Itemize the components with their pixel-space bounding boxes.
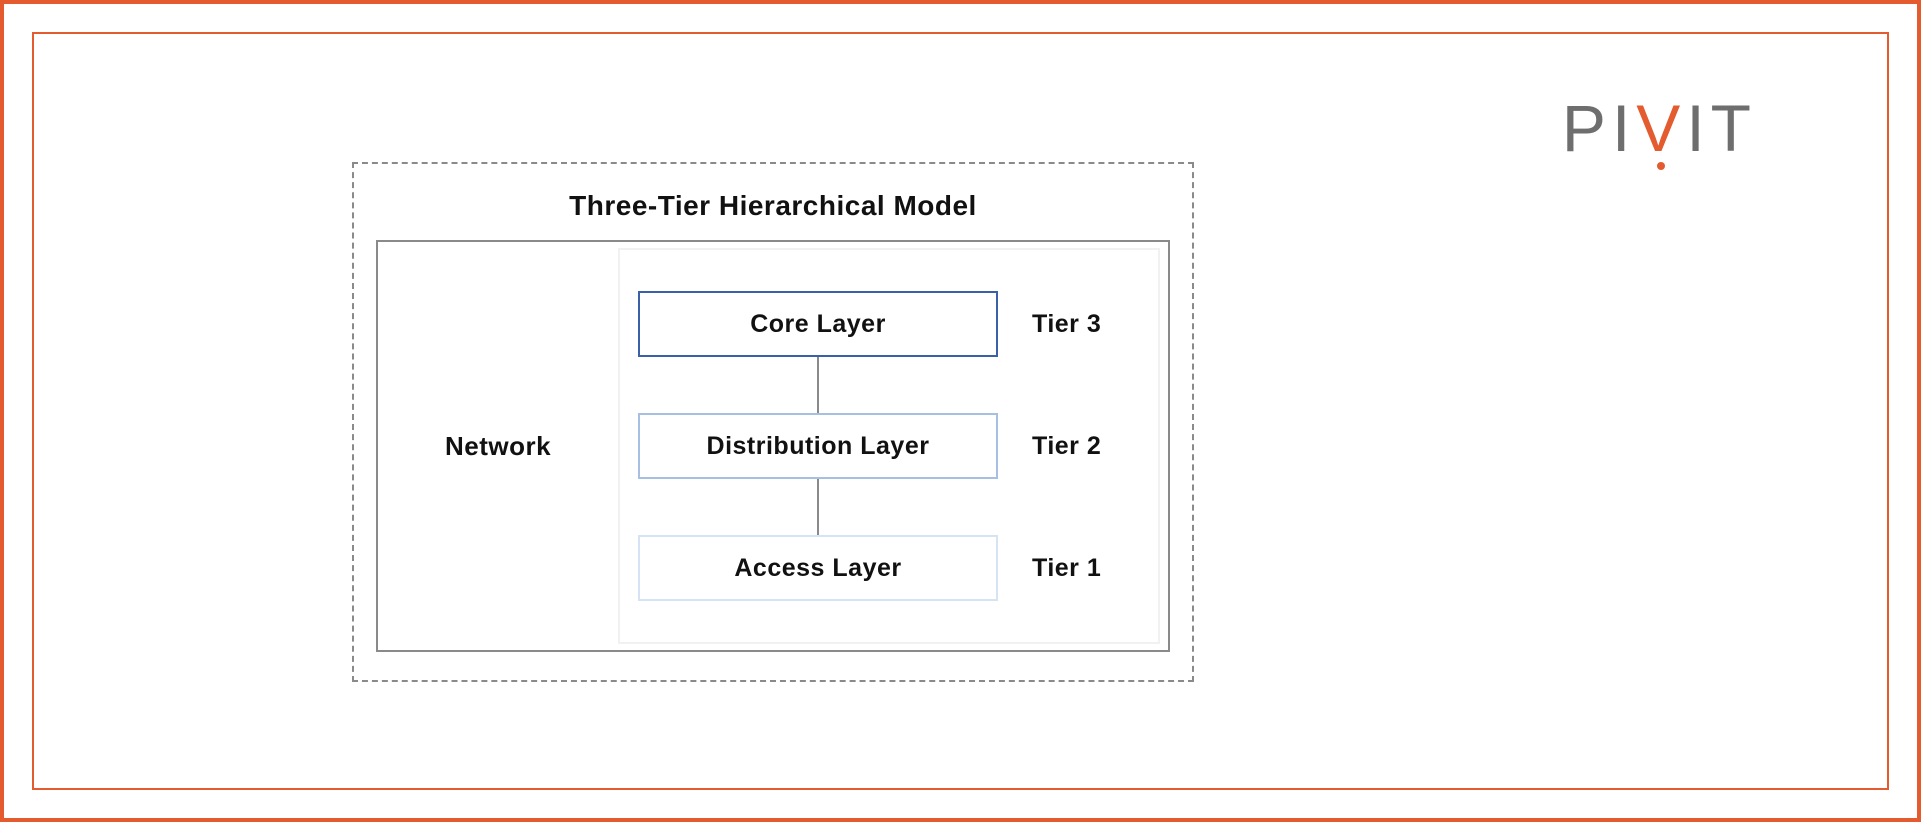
diagram-container: Three-Tier Hierarchical Model Network Co… [352,162,1194,682]
connector-line [817,479,819,535]
tier-spacer [1032,479,1101,535]
logo-letter-v-glyph: V [1636,91,1686,165]
layers-column: Core Layer Distribution Layer Access Lay… [628,291,1008,601]
layers-wrapper: Core Layer Distribution Layer Access Lay… [618,248,1160,644]
logo-letter-t: T [1711,91,1757,165]
tier-labels-column: Tier 3 Tier 2 Tier 1 [1032,291,1101,601]
tier-spacer [1032,357,1101,413]
network-label: Network [378,431,618,462]
logo-letter-v: V [1636,90,1686,166]
network-box: Network Core Layer Distribution Layer Ac… [376,240,1170,652]
tier-2-label: Tier 2 [1032,413,1101,479]
logo-dot-icon [1657,162,1665,170]
diagram-title: Three-Tier Hierarchical Model [354,164,1192,240]
connector-line [817,357,819,413]
pivit-logo: PIVIT [1562,90,1757,166]
logo-letter-p: P [1562,91,1612,165]
core-layer-box: Core Layer [638,291,998,357]
access-layer-box: Access Layer [638,535,998,601]
inner-frame: PIVIT Three-Tier Hierarchical Model Netw… [32,32,1889,790]
outer-frame: PIVIT Three-Tier Hierarchical Model Netw… [0,0,1921,822]
logo-letter-i1: I [1612,91,1636,165]
tier-1-label: Tier 1 [1032,535,1101,601]
distribution-layer-box: Distribution Layer [638,413,998,479]
tier-3-label: Tier 3 [1032,291,1101,357]
logo-letter-i2: I [1686,91,1710,165]
